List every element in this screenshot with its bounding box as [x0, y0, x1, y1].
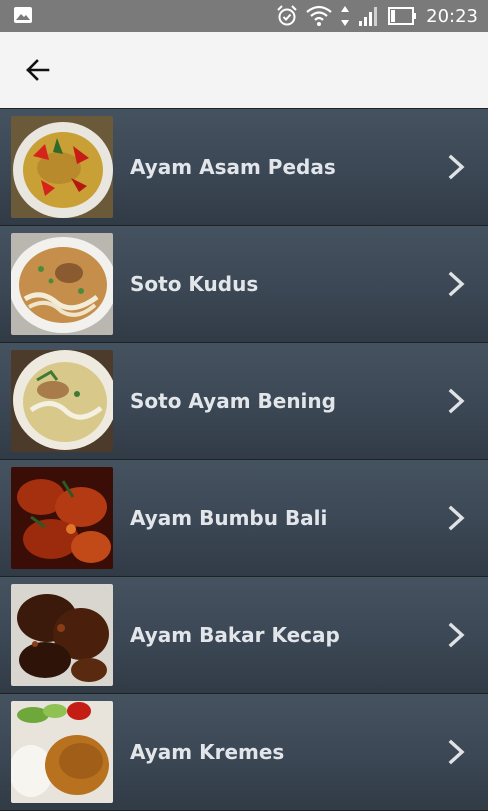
chevron-right-icon: [448, 271, 465, 297]
list-item-label: Ayam Asam Pedas: [130, 155, 336, 179]
soto-kudus-photo: [11, 233, 113, 335]
ayam-asam-pedas-photo: [11, 116, 113, 218]
list-item-label: Soto Ayam Bening: [130, 389, 336, 413]
app-bar: [0, 32, 488, 109]
list-item[interactable]: Soto Ayam Bening: [0, 343, 488, 460]
status-bar: 20:23: [0, 0, 488, 32]
list-item[interactable]: Ayam Bumbu Bali: [0, 460, 488, 577]
list-item-label: Ayam Bakar Kecap: [130, 623, 340, 647]
data-arrows-icon: [341, 6, 350, 26]
soto-ayam-bening-photo: [11, 350, 113, 452]
list-item[interactable]: Ayam Kremes: [0, 694, 488, 811]
list-item[interactable]: Ayam Asam Pedas: [0, 109, 488, 226]
alarm-icon: [277, 5, 297, 26]
chevron-right-icon: [448, 739, 465, 765]
signal-icon: [359, 7, 378, 26]
chevron-right-icon: [448, 505, 465, 531]
image-icon: [14, 7, 32, 23]
list-item-label: Ayam Kremes: [130, 740, 285, 764]
ayam-kremes-photo: [11, 701, 113, 803]
menu-list: Ayam Asam Pedas Soto Kudus Soto Ayam Ben…: [0, 109, 488, 811]
ayam-bumbu-bali-photo: [11, 467, 113, 569]
list-item-label: Soto Kudus: [130, 272, 259, 296]
arrow-left-icon[interactable]: [24, 56, 52, 84]
status-time: 20:23: [426, 5, 478, 27]
chevron-right-icon: [448, 388, 465, 414]
list-item-label: Ayam Bumbu Bali: [130, 506, 328, 530]
battery-icon: [388, 7, 417, 25]
chevron-right-icon: [448, 154, 465, 180]
wifi-icon: [306, 5, 332, 26]
list-item[interactable]: Ayam Bakar Kecap: [0, 577, 488, 694]
ayam-bakar-kecap-photo: [11, 584, 113, 686]
chevron-right-icon: [448, 622, 465, 648]
status-icons: 20:23: [276, 0, 478, 32]
list-item[interactable]: Soto Kudus: [0, 226, 488, 343]
